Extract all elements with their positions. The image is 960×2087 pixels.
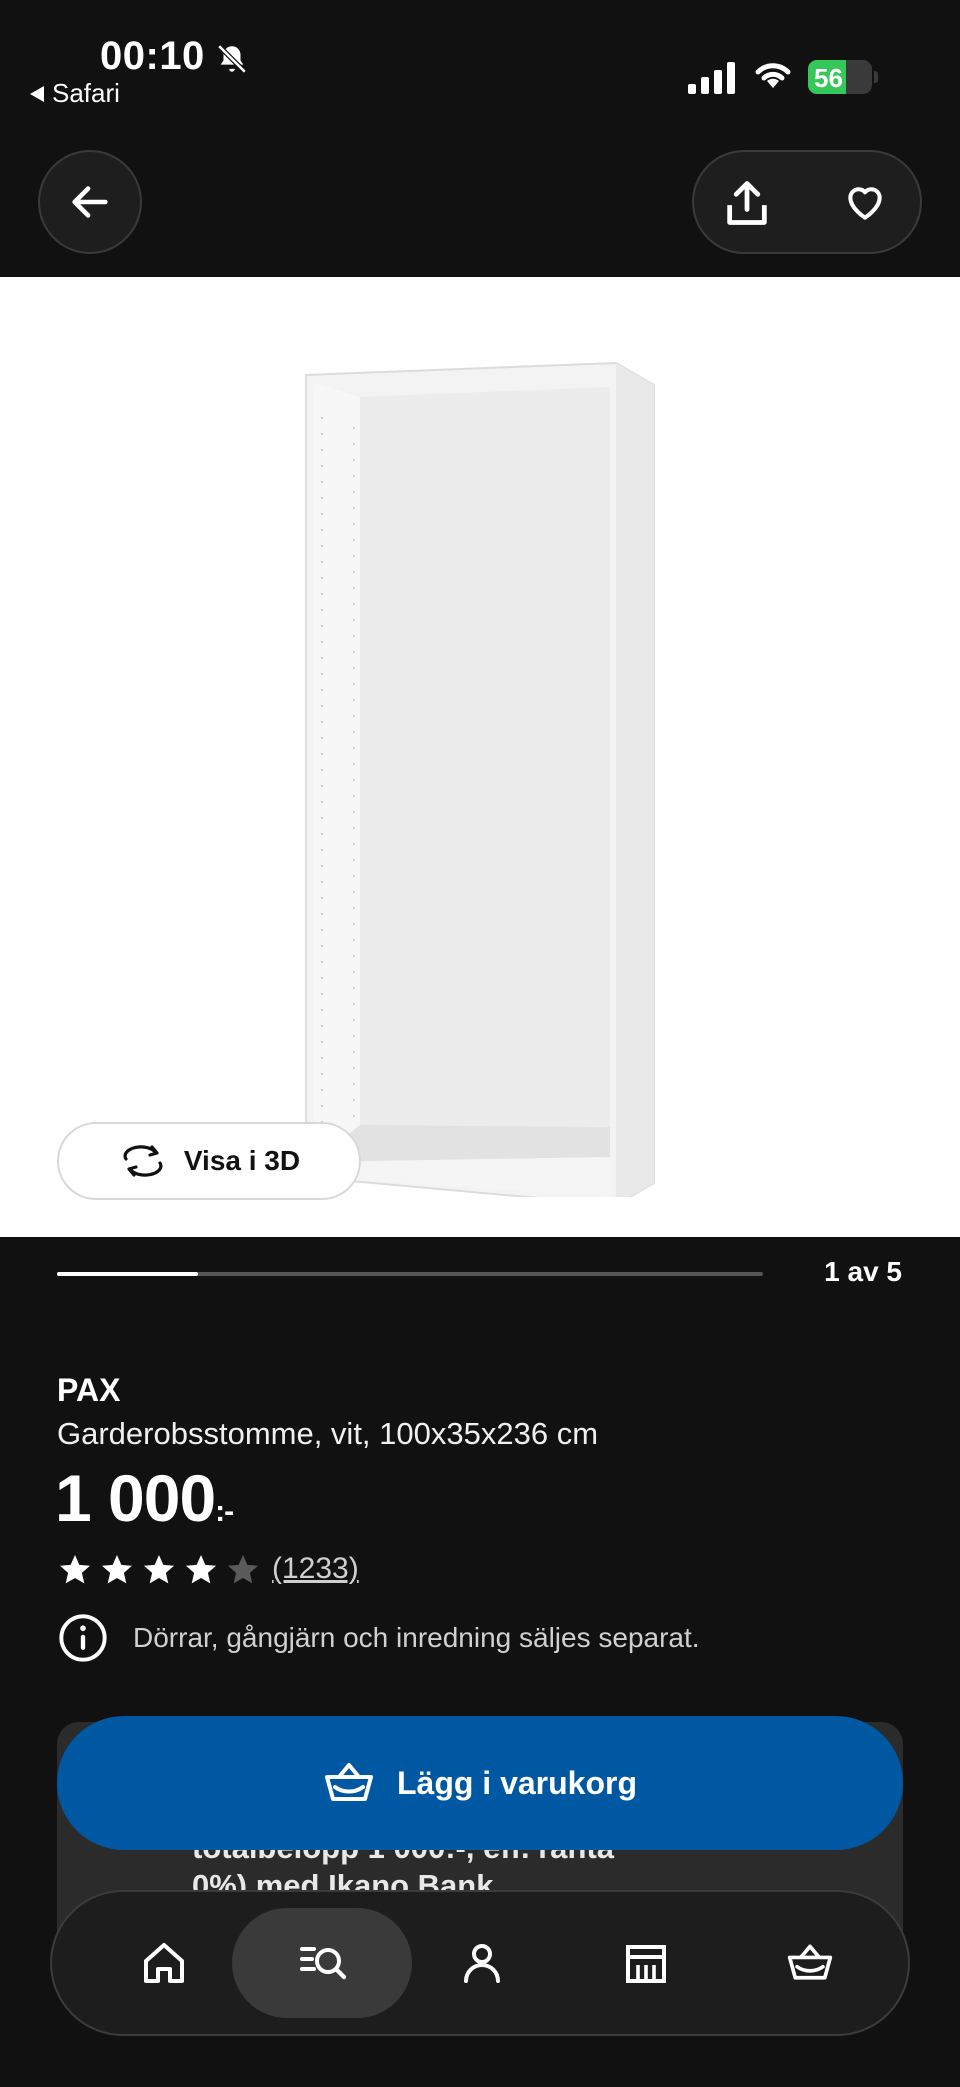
cellular-signal-icon xyxy=(688,62,735,94)
rotate-3d-icon xyxy=(123,1145,163,1177)
view-in-3d-button[interactable]: Visa i 3D xyxy=(57,1122,361,1200)
price-value: 1 000 xyxy=(55,1461,216,1535)
product-price: 1 000:- xyxy=(55,1460,234,1536)
price-suffix: :- xyxy=(215,1495,234,1528)
wardrobe-frame-image xyxy=(305,361,655,1197)
heart-icon xyxy=(848,187,882,220)
add-to-cart-button[interactable]: Lägg i varukorg xyxy=(57,1716,903,1850)
battery-level: 56 xyxy=(814,63,843,93)
bottom-navigation xyxy=(50,1890,910,2036)
star-filled-icon xyxy=(186,1555,216,1584)
nav-stores[interactable] xyxy=(556,1908,736,2018)
star-filled-icon xyxy=(60,1555,90,1584)
bell-muted-icon xyxy=(217,44,247,74)
gallery-progress-bar xyxy=(57,1272,763,1276)
add-to-cart-label: Lägg i varukorg xyxy=(396,1764,638,1801)
battery-indicator: 56 xyxy=(808,60,878,94)
status-time: 00:10 xyxy=(100,34,205,78)
view-in-3d-label: Visa i 3D xyxy=(183,1145,301,1176)
nav-home[interactable] xyxy=(74,1908,254,2018)
back-app-label: Safari xyxy=(52,78,120,108)
notice-text: Dörrar, gångjärn och inredning säljes se… xyxy=(133,1622,700,1653)
product-notice: Dörrar, gångjärn och inredning säljes se… xyxy=(57,1612,700,1664)
back-triangle-icon xyxy=(30,85,44,102)
share-upload-icon xyxy=(727,181,767,225)
product-description: Garderobsstomme, vit, 100x35x236 cm xyxy=(57,1416,599,1451)
basket-icon xyxy=(324,1763,373,1801)
star-filled-icon xyxy=(144,1555,174,1584)
share-button[interactable] xyxy=(714,170,780,236)
header-actions xyxy=(692,150,922,254)
back-button[interactable] xyxy=(38,150,142,254)
nav-basket[interactable] xyxy=(720,1908,900,2018)
nav-profile[interactable] xyxy=(392,1908,572,2018)
rating-stars[interactable] xyxy=(57,1552,261,1588)
basket-icon xyxy=(787,1944,833,1980)
person-icon xyxy=(464,1944,500,1983)
star-filled-icon xyxy=(102,1555,132,1584)
gallery-progress-fill xyxy=(57,1272,199,1276)
favorite-button[interactable] xyxy=(832,170,898,236)
info-icon xyxy=(59,1614,107,1662)
wifi-icon xyxy=(755,63,791,88)
battery-nub xyxy=(874,71,878,83)
home-icon xyxy=(144,1943,184,1983)
star-empty-icon xyxy=(228,1555,258,1584)
product-brand: PAX xyxy=(57,1372,121,1408)
status-bar: 00:10 Safari 56 xyxy=(0,0,960,120)
product-image-gallery[interactable]: Visa i 3D xyxy=(0,277,960,1237)
gallery-page-counter: 1 av 5 xyxy=(824,1256,902,1287)
arrow-left-icon xyxy=(72,186,108,218)
review-count-link[interactable]: (1233) xyxy=(272,1552,359,1586)
search-list-icon xyxy=(300,1947,346,1980)
back-to-safari[interactable]: Safari xyxy=(30,78,120,109)
store-icon xyxy=(626,1945,666,1983)
nav-search[interactable] xyxy=(232,1908,412,2018)
